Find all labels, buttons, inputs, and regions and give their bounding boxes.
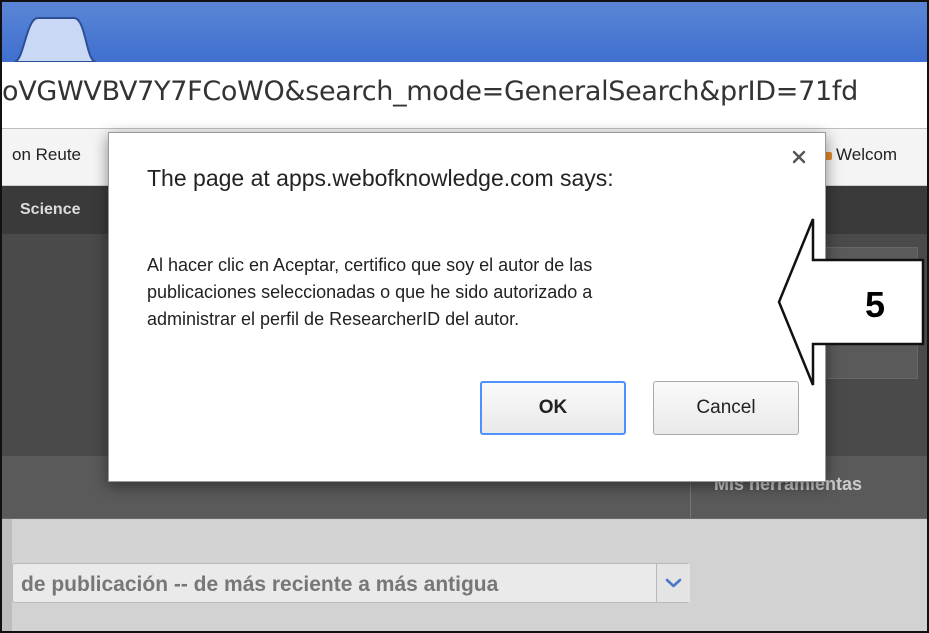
left-arrow-icon: 5 xyxy=(777,218,925,386)
dialog-message-line: publicaciones seleccionadas o que he sid… xyxy=(147,282,593,302)
url-text[interactable]: oVGWVBV7Y7FCoWO&search_mode=GeneralSearc… xyxy=(2,76,858,107)
left-edge xyxy=(2,519,12,631)
cancel-button[interactable]: Cancel xyxy=(653,381,799,435)
bookmark-item-reuters[interactable]: on Reute xyxy=(12,145,81,165)
dialog-message-line: administrar el perfil de ResearcherID de… xyxy=(147,309,520,329)
close-icon[interactable] xyxy=(789,147,809,167)
step-number: 5 xyxy=(865,284,885,325)
screenshot-frame: oVGWVBV7Y7FCoWO&search_mode=GeneralSearc… xyxy=(0,0,929,633)
browser-tab-bar xyxy=(2,2,927,62)
bookmark-item-welcome[interactable]: Welcom xyxy=(824,145,897,165)
step-callout: 5 xyxy=(777,217,927,387)
confirm-dialog: The page at apps.webofknowledge.com says… xyxy=(108,132,826,482)
sort-dropdown-button[interactable] xyxy=(656,564,690,602)
dialog-message: Al hacer clic en Aceptar, certifico que … xyxy=(147,252,767,333)
dialog-message-line: Al hacer clic en Aceptar, certifico que … xyxy=(147,255,593,275)
dialog-title: The page at apps.webofknowledge.com says… xyxy=(147,165,614,191)
nav-science-link[interactable]: Science xyxy=(20,201,80,219)
sort-select[interactable]: de publicación -- de más reciente a más … xyxy=(12,563,690,603)
new-tab-button[interactable] xyxy=(14,14,96,62)
ok-button[interactable]: OK xyxy=(480,381,626,435)
address-bar[interactable]: oVGWVBV7Y7FCoWO&search_mode=GeneralSearc… xyxy=(2,62,927,129)
chevron-down-icon xyxy=(665,578,682,588)
bookmark-label: Welcom xyxy=(836,145,898,164)
sort-select-value: de publicación -- de más reciente a más … xyxy=(21,573,499,596)
